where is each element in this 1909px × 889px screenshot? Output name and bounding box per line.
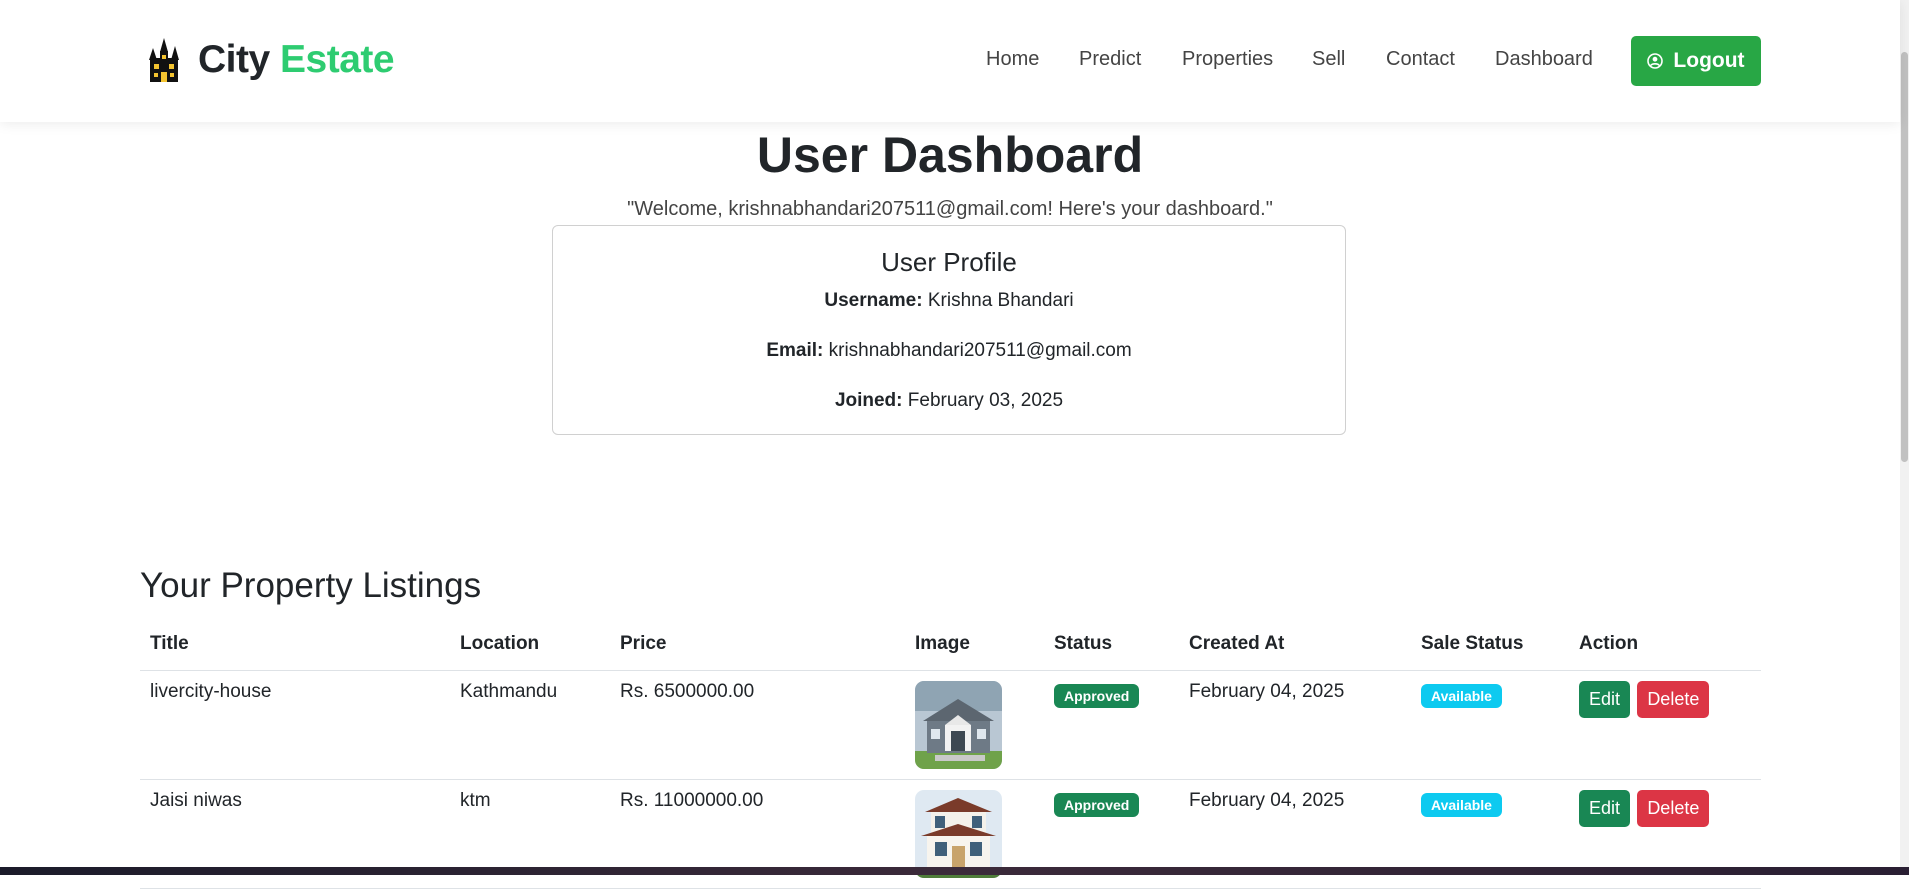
joined-label: Joined: <box>834 390 903 411</box>
cell-status: Approved <box>1044 670 1179 780</box>
table-header-row: Title Location Price Image Status Create… <box>140 622 1761 671</box>
column-header-action[interactable]: Action <box>1569 622 1761 671</box>
profile-heading: User Profile <box>881 247 1017 277</box>
listings-heading: Your Property Listings <box>140 566 482 605</box>
user-profile-card: User Profile Username: Krishna Bhandari … <box>552 225 1346 435</box>
logout-button[interactable]: Logout <box>1631 36 1761 86</box>
username-label: Username: <box>824 290 923 311</box>
email-value: krishnabhandari207511@gmail.com <box>828 340 1132 361</box>
nav-dashboard[interactable]: Dashboard <box>1495 48 1593 71</box>
email-label: Email: <box>766 340 824 361</box>
cell-price: Rs. 6500000.00 <box>610 670 905 780</box>
profile-username-row: Username: Krishna Bhandari <box>553 290 1345 312</box>
status-badge: Approved <box>1054 684 1140 708</box>
edit-button[interactable]: Edit <box>1579 681 1631 718</box>
column-header-title[interactable]: Title <box>140 622 450 671</box>
username-value: Krishna Bhandari <box>927 290 1074 311</box>
scrollbar-thumb[interactable] <box>1901 52 1908 462</box>
column-header-price[interactable]: Price <box>610 622 905 671</box>
nav-links: Home Predict Properties Sell Contact Das… <box>0 48 1900 78</box>
column-header-created-at[interactable]: Created At <box>1179 622 1411 671</box>
taskbar-edge <box>0 867 1909 875</box>
cell-created-at: February 04, 2025 <box>1179 670 1411 780</box>
column-header-location[interactable]: Location <box>450 622 610 671</box>
sale-status-badge: Available <box>1421 793 1502 817</box>
nav-properties[interactable]: Properties <box>1182 48 1273 71</box>
nav-contact[interactable]: Contact <box>1386 48 1455 71</box>
cell-action: Edit Delete <box>1569 670 1761 780</box>
status-badge: Approved <box>1054 793 1140 817</box>
navbar: City Estate Home Predict Properties Sell… <box>0 0 1900 122</box>
cell-sale-status: Available <box>1411 670 1569 780</box>
property-thumbnail[interactable] <box>915 681 1002 769</box>
cell-location: Kathmandu <box>450 670 610 780</box>
logout-label: Logout <box>1673 49 1745 72</box>
nav-sell[interactable]: Sell <box>1312 48 1345 71</box>
edit-button[interactable]: Edit <box>1579 790 1631 827</box>
user-circle-icon <box>1647 53 1664 69</box>
delete-button[interactable]: Delete <box>1637 790 1710 827</box>
delete-button[interactable]: Delete <box>1637 681 1710 718</box>
table-row: livercity-house Kathmandu Rs. 6500000.00 <box>140 670 1761 780</box>
page-title: User Dashboard <box>756 127 1144 183</box>
listings-table: Title Location Price Image Status Create… <box>140 622 1761 889</box>
cell-image <box>905 670 1044 780</box>
welcome-message: "Welcome, krishnabhandari207511@gmail.co… <box>627 198 1273 220</box>
column-header-image[interactable]: Image <box>905 622 1044 671</box>
profile-joined-row: Joined: February 03, 2025 <box>553 390 1345 412</box>
joined-value: February 03, 2025 <box>907 390 1064 411</box>
nav-home[interactable]: Home <box>986 48 1039 71</box>
column-header-sale-status[interactable]: Sale Status <box>1411 622 1569 671</box>
nav-predict[interactable]: Predict <box>1079 48 1141 71</box>
profile-email-row: Email: krishnabhandari207511@gmail.com <box>553 340 1345 362</box>
sale-status-badge: Available <box>1421 684 1502 708</box>
property-thumbnail[interactable] <box>915 790 1002 878</box>
cell-title: livercity-house <box>140 670 450 780</box>
column-header-status[interactable]: Status <box>1044 622 1179 671</box>
